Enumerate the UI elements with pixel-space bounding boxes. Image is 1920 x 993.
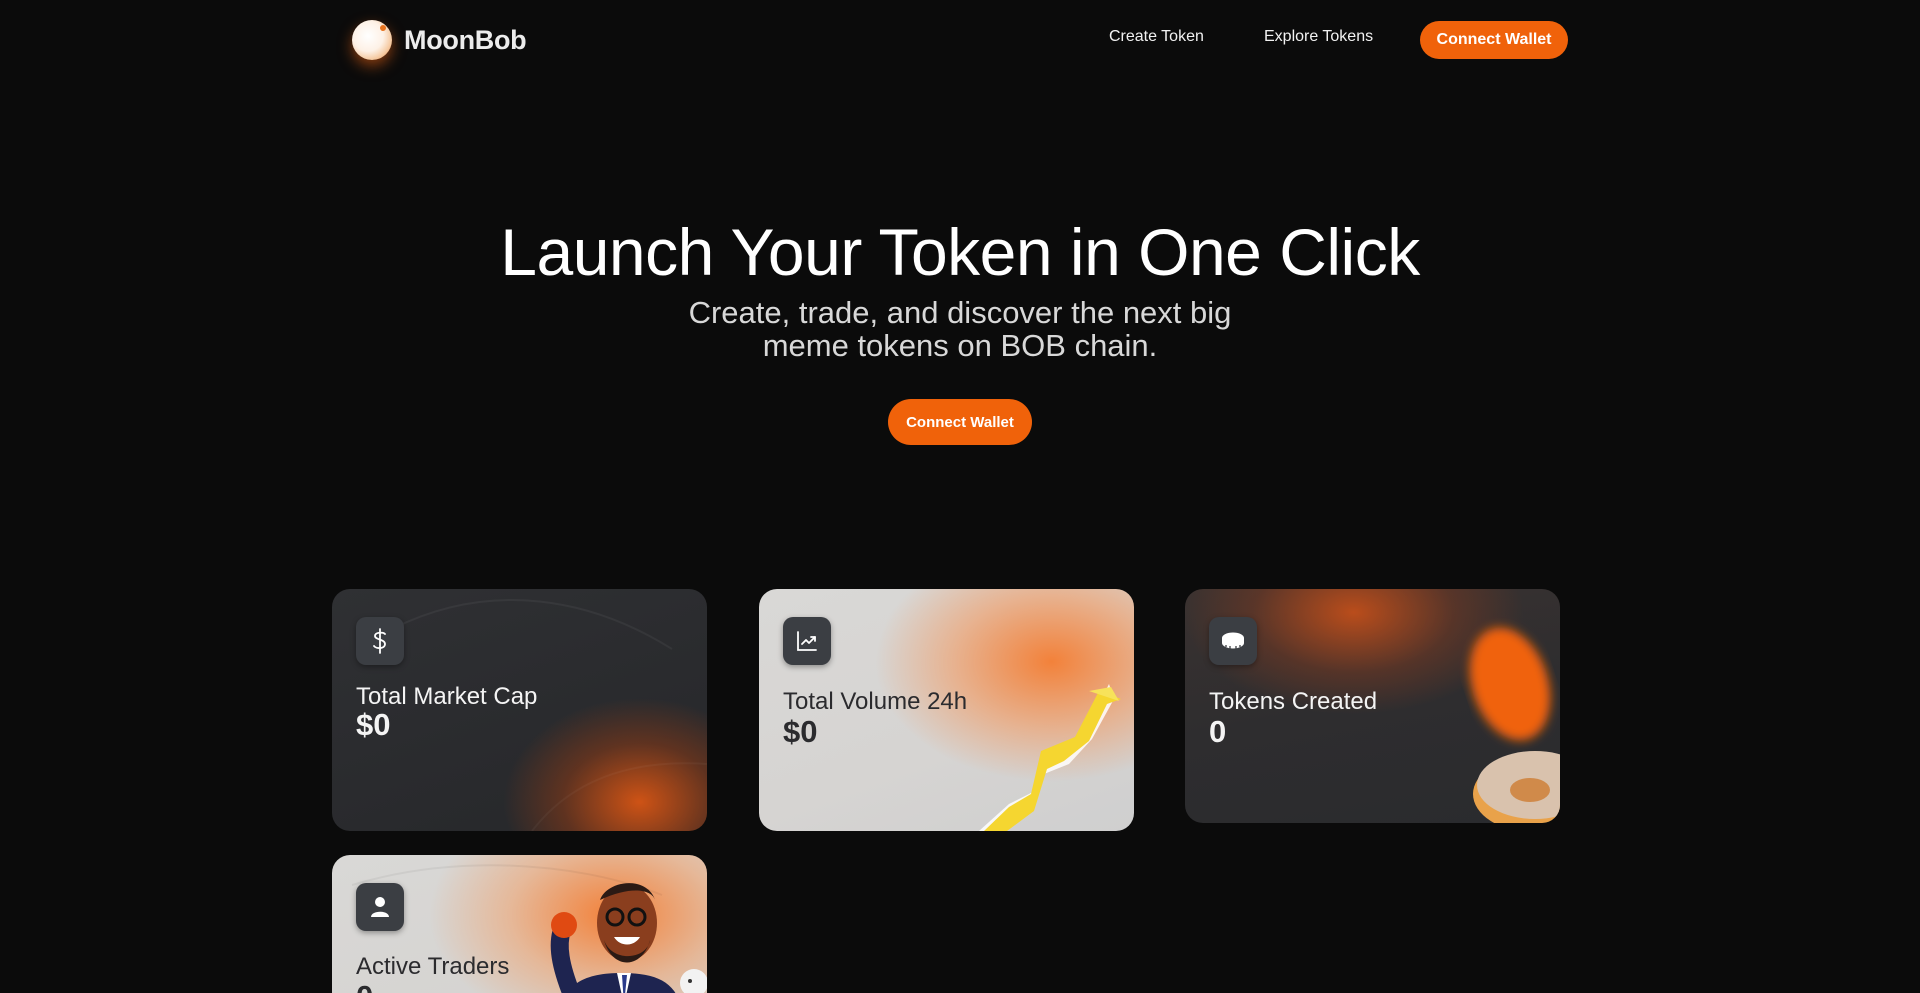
volume-value: $0	[783, 714, 818, 749]
moon-logo-icon	[352, 20, 392, 60]
hero-subtitle-line-1: Create, trade, and discover the next big	[688, 295, 1232, 330]
active-traders-label: Active Traders	[356, 953, 510, 980]
tokens-created-value: 0	[1209, 714, 1227, 749]
stat-card-market-cap: Total Market Cap $0	[332, 589, 707, 831]
nav-create-token[interactable]: Create Token	[1109, 28, 1204, 46]
top-navbar: MoonBob Create Token Explore Tokens Conn…	[0, 0, 1920, 80]
chart-line-icon	[783, 617, 831, 665]
stat-card-tokens-created: Tokens Created 0	[1185, 589, 1560, 823]
coin-icon	[1209, 617, 1257, 665]
brand-name: MoonBob	[404, 24, 527, 55]
active-traders-value: 0	[356, 979, 373, 993]
hero-subtitle-line-2: meme tokens on BOB chain.	[762, 328, 1158, 363]
dollar-icon	[356, 617, 404, 665]
hero-title: Launch Your Token in One Click	[500, 215, 1420, 289]
stat-card-volume: Total Volume 24h $0	[759, 589, 1134, 831]
user-icon	[356, 883, 404, 931]
volume-label: Total Volume 24h	[783, 688, 968, 715]
header-connect-wallet-button[interactable]: Connect Wallet	[1420, 21, 1568, 59]
hero-connect-wallet-button[interactable]: Connect Wallet	[888, 399, 1032, 445]
tokens-created-label: Tokens Created	[1209, 688, 1378, 715]
market-cap-value: $0	[356, 707, 391, 742]
hero-subtitle: Create, trade, and discover the next big…	[660, 296, 1260, 362]
nav-explore-tokens[interactable]: Explore Tokens	[1264, 28, 1373, 46]
stat-card-active-traders: Active Traders 0	[332, 855, 707, 993]
brand-logo[interactable]: MoonBob	[352, 20, 527, 60]
